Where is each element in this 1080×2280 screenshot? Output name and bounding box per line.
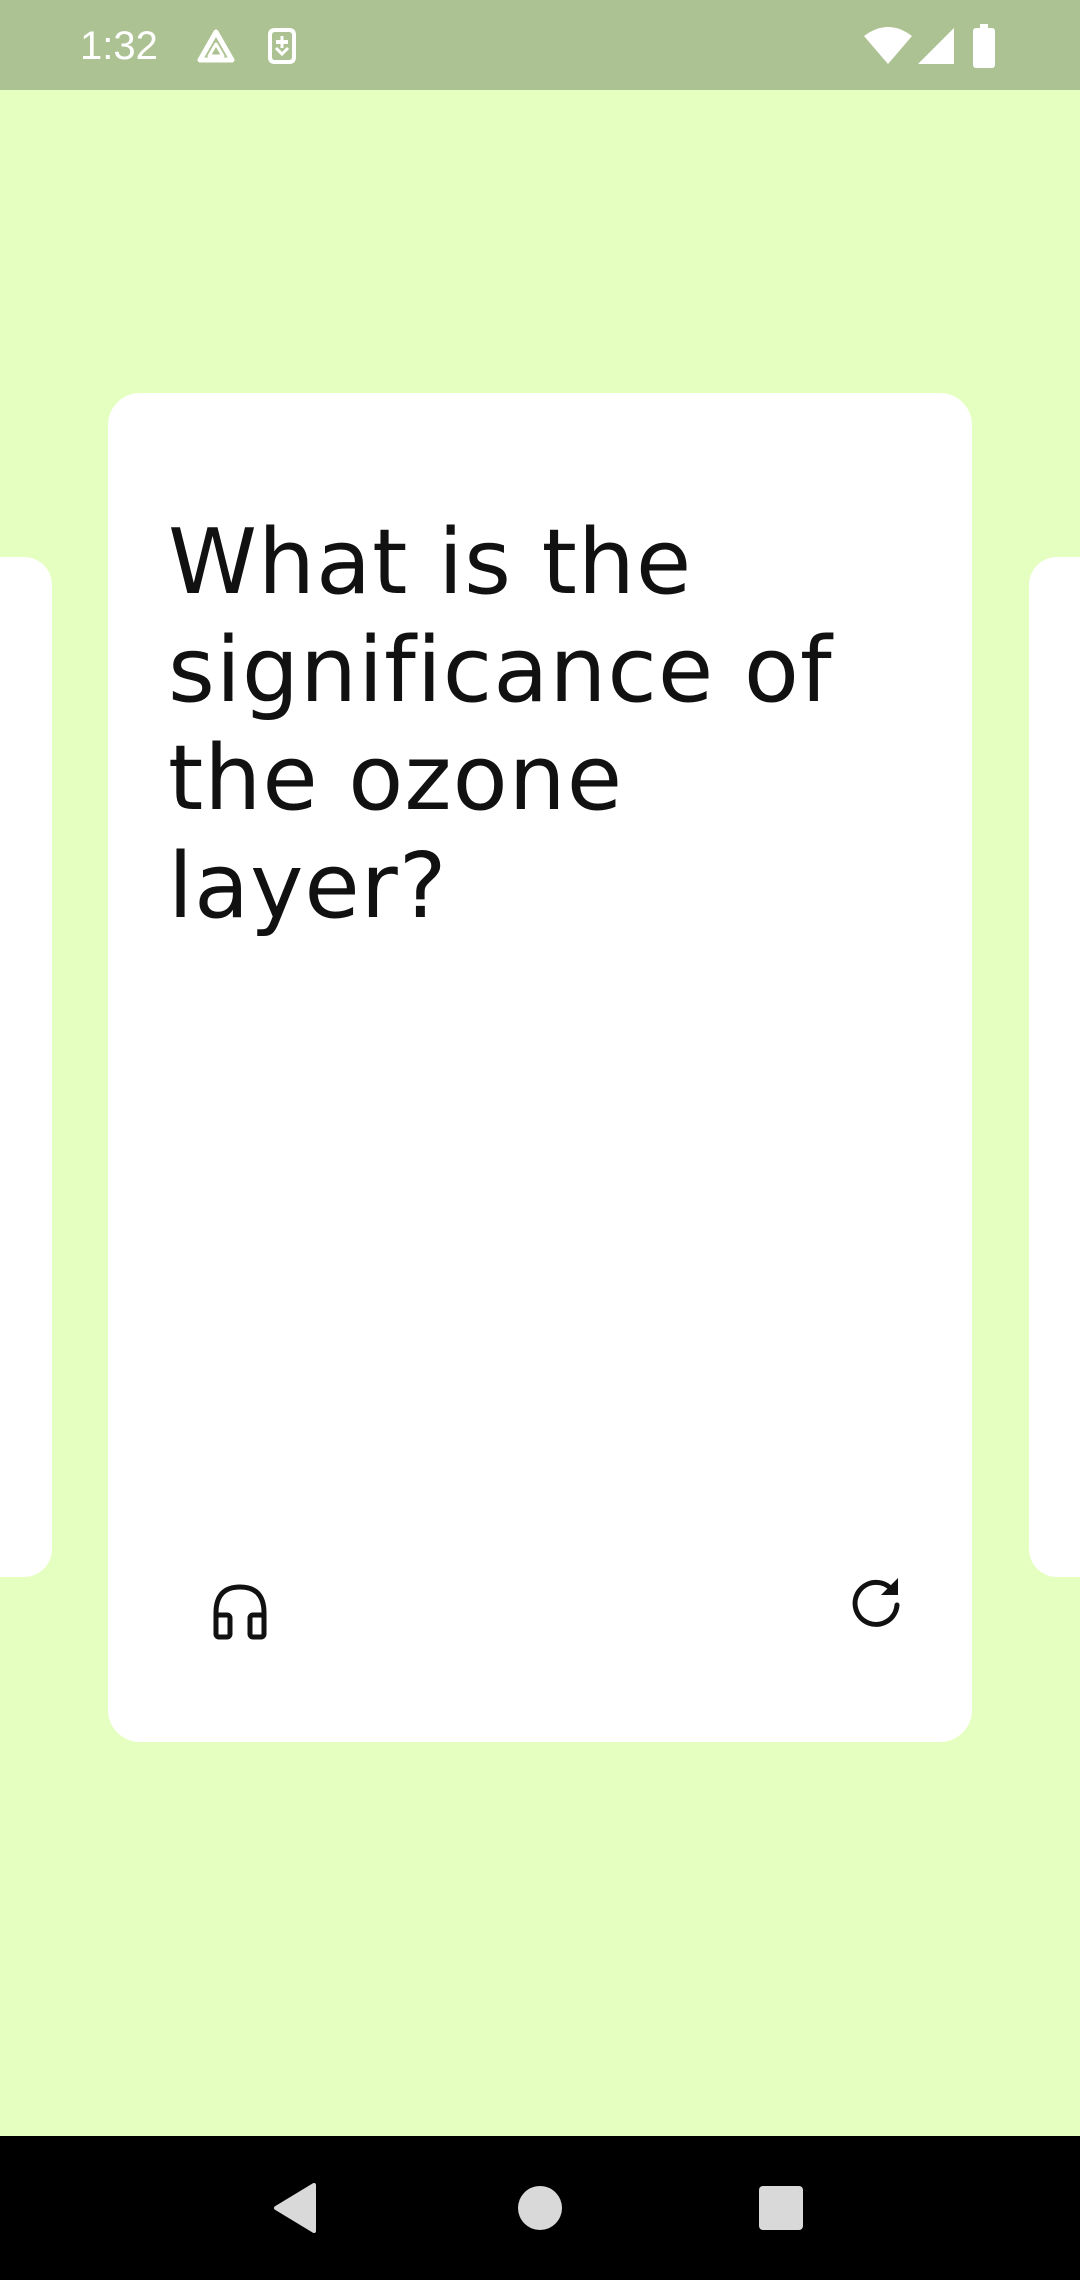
home-button[interactable]: [490, 2158, 590, 2258]
flashcard[interactable]: What is the significance of the ozone la…: [108, 393, 972, 1742]
navigation-bar: [0, 2136, 1080, 2280]
back-icon: [274, 2183, 316, 2233]
flip-card-button[interactable]: [826, 1553, 926, 1653]
question-text: What is the significance of the ozone la…: [168, 510, 833, 939]
wifi-icon: [864, 27, 912, 64]
next-card[interactable]: [1029, 557, 1080, 1577]
listen-button[interactable]: [190, 1561, 290, 1661]
sim-notification-icon: [268, 28, 296, 64]
recents-button[interactable]: [731, 2158, 831, 2258]
battery-icon: [973, 24, 995, 68]
headphones-icon: [213, 1584, 267, 1640]
previous-card[interactable]: [0, 557, 52, 1577]
home-icon: [518, 2186, 562, 2230]
cell-signal-icon: [918, 28, 954, 64]
drive-icon: [197, 29, 235, 63]
status-bar: 1:32: [0, 0, 1080, 90]
refresh-icon: [852, 1578, 900, 1627]
recents-icon: [759, 2186, 803, 2230]
status-time: 1:32: [80, 24, 158, 68]
back-button[interactable]: [245, 2158, 345, 2258]
